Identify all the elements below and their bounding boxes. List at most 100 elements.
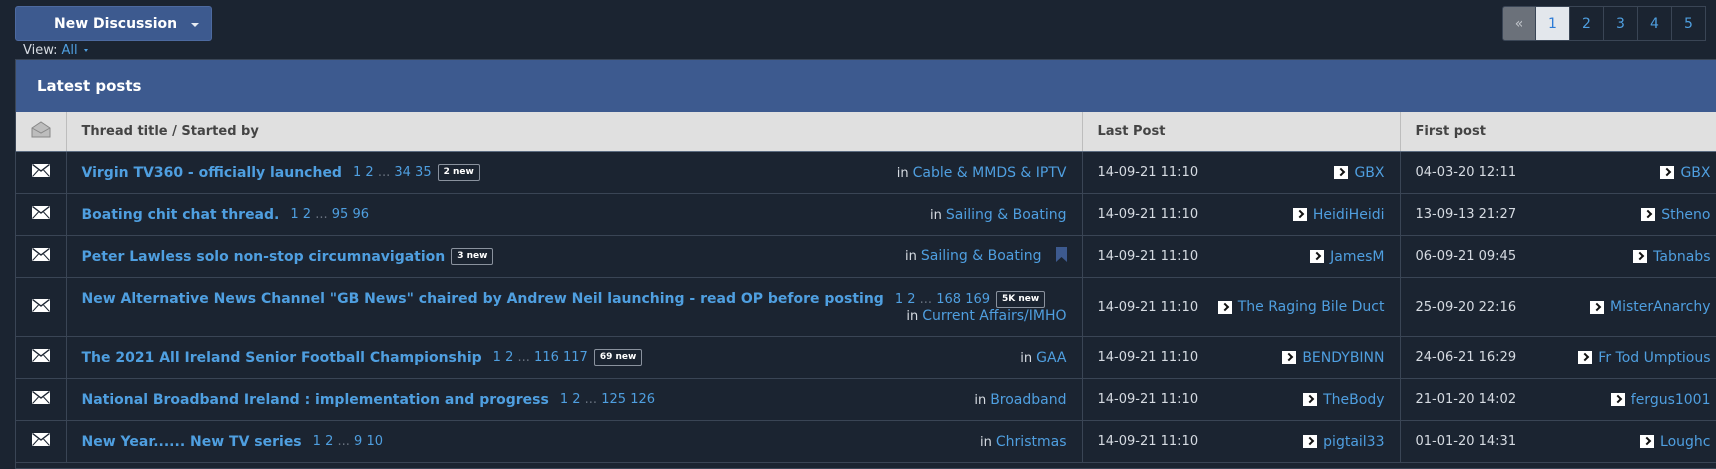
go-to-post-icon[interactable] bbox=[1217, 300, 1232, 314]
thread-page-link[interactable]: 2 bbox=[303, 207, 311, 222]
go-to-post-icon[interactable] bbox=[1578, 351, 1593, 364]
first-post-cell: 13-09-13 21:27 Stheno bbox=[1400, 193, 1716, 236]
go-to-post-icon[interactable] bbox=[1641, 208, 1656, 221]
last-post-cell: 14-09-21 11:10 JamesM bbox=[1082, 235, 1401, 278]
go-to-post-icon[interactable] bbox=[1640, 435, 1655, 448]
table-row[interactable]: Peter Lawless solo non-stop circumnaviga… bbox=[16, 235, 1716, 278]
thread-title-link[interactable]: New Alternative News Channel "GB News" c… bbox=[82, 291, 884, 307]
thread-page-link[interactable]: 1 bbox=[313, 434, 321, 449]
first-post-user[interactable]: Loughc bbox=[1660, 434, 1710, 450]
first-post-user[interactable]: MisterAnarchy bbox=[1610, 299, 1710, 315]
view-label: View: bbox=[23, 43, 58, 58]
table-row[interactable]: New Year...... New TV series 1 2 ... 9 10… bbox=[16, 420, 1716, 463]
thread-title-cell: New Alternative News Channel "GB News" c… bbox=[66, 277, 1083, 337]
forum-link[interactable]: Sailing & Boating bbox=[946, 207, 1067, 223]
first-post-user[interactable]: GBX bbox=[1680, 165, 1710, 181]
go-to-post-icon[interactable] bbox=[1334, 166, 1349, 179]
forum-link[interactable]: Sailing & Boating bbox=[921, 248, 1042, 264]
thread-page-link[interactable]: 2 bbox=[365, 165, 373, 180]
thread-status bbox=[16, 151, 67, 194]
table-row[interactable]: New Alternative News Channel "GB News" c… bbox=[16, 277, 1716, 337]
go-to-post-icon[interactable] bbox=[1590, 300, 1605, 314]
go-to-post-icon[interactable] bbox=[1310, 250, 1325, 263]
pagination-page-4[interactable]: 4 bbox=[1638, 6, 1672, 41]
thread-page-link[interactable]: 35 bbox=[415, 165, 432, 180]
thread-title-link[interactable]: National Broadband Ireland : implementat… bbox=[82, 392, 549, 408]
pagination-page-2[interactable]: 2 bbox=[1570, 6, 1604, 41]
go-to-post-icon[interactable] bbox=[1303, 435, 1318, 448]
last-post-user[interactable]: pigtail33 bbox=[1323, 434, 1384, 450]
column-header-last-post[interactable]: Last Post bbox=[1082, 112, 1401, 152]
last-post-user[interactable]: TheBody bbox=[1323, 392, 1384, 408]
thread-page-link[interactable]: 2 bbox=[325, 434, 333, 449]
thread-page-link[interactable]: 117 bbox=[563, 350, 588, 365]
go-to-post-icon[interactable] bbox=[1633, 250, 1648, 263]
column-header-first-post[interactable]: First post bbox=[1400, 112, 1716, 152]
pagination-prev[interactable]: « bbox=[1502, 6, 1536, 41]
thread-page-link[interactable]: 1 bbox=[895, 292, 903, 307]
first-post-user[interactable]: fergus1001 bbox=[1631, 392, 1711, 408]
first-post-user[interactable]: Tabnabs bbox=[1653, 249, 1710, 265]
view-filter-select[interactable]: All bbox=[62, 43, 78, 58]
forum-link[interactable]: Current Affairs/IMHO bbox=[922, 308, 1066, 324]
pagination-page-1[interactable]: 1 bbox=[1536, 6, 1570, 41]
last-post-user[interactable]: GBX bbox=[1354, 165, 1384, 181]
thread-page-link[interactable]: 96 bbox=[352, 207, 369, 222]
thread-page-link[interactable]: 2 bbox=[907, 292, 915, 307]
table-row[interactable]: The 2021 All Ireland Senior Football Cha… bbox=[16, 336, 1716, 379]
thread-page-link[interactable]: 9 bbox=[354, 434, 362, 449]
thread-page-link[interactable]: 168 bbox=[936, 292, 961, 307]
thread-title-link[interactable]: Virgin TV360 - officially launched bbox=[82, 165, 342, 181]
thread-title-link[interactable]: New Year...... New TV series bbox=[82, 434, 302, 450]
bookmark-icon[interactable] bbox=[1055, 247, 1067, 266]
first-post-user[interactable]: Fr Tod Umptious bbox=[1598, 350, 1710, 366]
thread-page-link[interactable]: 125 bbox=[601, 392, 626, 407]
thread-page-link[interactable]: 95 bbox=[332, 207, 349, 222]
forum-link[interactable]: GAA bbox=[1036, 350, 1066, 366]
new-posts-badge[interactable]: 3 new bbox=[451, 248, 494, 265]
first-post-user[interactable]: Stheno bbox=[1661, 207, 1710, 223]
first-post-cell: 06-09-21 09:45 Tabnabs bbox=[1400, 235, 1716, 278]
thread-page-link[interactable]: 1 bbox=[560, 392, 568, 407]
forum-link[interactable]: Broadband bbox=[990, 392, 1066, 408]
pagination-page-5[interactable]: 5 bbox=[1672, 6, 1706, 41]
thread-page-link[interactable]: 1 bbox=[493, 350, 501, 365]
go-to-post-icon[interactable] bbox=[1303, 393, 1318, 406]
new-discussion-button[interactable]: New Discussion bbox=[15, 6, 212, 41]
thread-title-link[interactable]: The 2021 All Ireland Senior Football Cha… bbox=[82, 350, 482, 366]
last-post-user[interactable]: The Raging Bile Duct bbox=[1238, 299, 1385, 315]
thread-page-link[interactable]: 10 bbox=[366, 434, 383, 449]
table-row[interactable]: Boating chit chat thread. 1 2 ... 95 96 in… bbox=[16, 193, 1716, 236]
last-post-user[interactable]: JamesM bbox=[1330, 249, 1384, 265]
last-post-user[interactable]: HeidiHeidi bbox=[1313, 207, 1385, 223]
go-to-post-icon[interactable] bbox=[1610, 393, 1625, 406]
thread-page-link[interactable]: 169 bbox=[965, 292, 990, 307]
dropdown-caret-icon[interactable] bbox=[191, 23, 199, 27]
thread-page-link[interactable]: 1 bbox=[290, 207, 298, 222]
go-to-post-icon[interactable] bbox=[1660, 166, 1675, 179]
thread-table: Thread title / Started by Last Post Firs… bbox=[16, 112, 1716, 463]
first-post-date: 01-01-20 14:31 bbox=[1415, 434, 1517, 449]
new-posts-badge[interactable]: 69 new bbox=[593, 349, 643, 366]
new-posts-badge[interactable]: 2 new bbox=[437, 164, 480, 181]
go-to-post-icon[interactable] bbox=[1282, 351, 1297, 364]
thread-title-link[interactable]: Boating chit chat thread. bbox=[82, 207, 280, 223]
pagination-page-3[interactable]: 3 bbox=[1604, 6, 1638, 41]
new-posts-badge[interactable]: 5K new bbox=[996, 290, 1046, 308]
thread-page-link[interactable]: 2 bbox=[505, 350, 513, 365]
forum-location: in Current Affairs/IMHO bbox=[906, 308, 1066, 324]
table-row[interactable]: National Broadband Ireland : implementat… bbox=[16, 378, 1716, 421]
thread-page-link[interactable]: 126 bbox=[630, 392, 655, 407]
chevron-down-icon[interactable] bbox=[83, 49, 88, 52]
column-header-title[interactable]: Thread title / Started by bbox=[66, 112, 1083, 152]
forum-link[interactable]: Christmas bbox=[996, 434, 1067, 450]
thread-page-link[interactable]: 116 bbox=[534, 350, 559, 365]
last-post-user[interactable]: BENDYBINN bbox=[1302, 350, 1384, 366]
forum-link[interactable]: Cable & MMDS & IPTV bbox=[913, 165, 1067, 181]
thread-page-link[interactable]: 34 bbox=[394, 165, 411, 180]
go-to-post-icon[interactable] bbox=[1292, 208, 1307, 221]
thread-page-link[interactable]: 1 bbox=[353, 165, 361, 180]
table-row[interactable]: Virgin TV360 - officially launched 1 2 ..… bbox=[16, 151, 1716, 194]
thread-page-link[interactable]: 2 bbox=[572, 392, 580, 407]
thread-title-link[interactable]: Peter Lawless solo non-stop circumnaviga… bbox=[82, 249, 446, 265]
